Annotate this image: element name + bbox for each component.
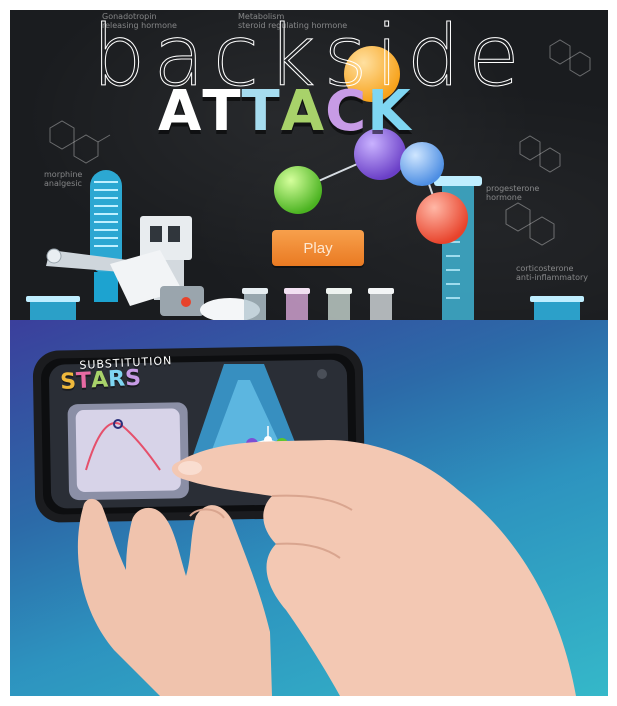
green-ball <box>274 166 322 214</box>
app-logo-substitution-stars: SUBSTITUTION STARS <box>59 354 173 395</box>
logo-letter: S <box>59 369 77 395</box>
chalk-note: corticosterone anti-inflammatory <box>516 264 588 282</box>
logo-letter: S <box>124 365 142 392</box>
red-ball <box>416 192 468 244</box>
attack-letter: A <box>158 79 203 144</box>
chalk-note: progesterone hormone <box>486 184 540 202</box>
logo-letter: T <box>75 368 92 395</box>
attack-letter: C <box>325 79 368 144</box>
game-title-attack: ATTACK <box>158 84 412 140</box>
game-title-screen: Gonadotropin releasing hormone Metabolism… <box>10 10 608 320</box>
logo-letter: R <box>107 366 126 393</box>
blue-ball <box>400 142 444 186</box>
attack-letter: K <box>367 79 412 144</box>
attack-letter: T <box>202 79 242 144</box>
hands-holding-phone-photo: SUBSTITUTION STARS <box>10 320 608 696</box>
attack-letter: A <box>280 79 326 144</box>
play-button[interactable]: Play <box>272 230 364 266</box>
attack-letter: T <box>241 79 281 144</box>
logo-letter: A <box>90 367 109 394</box>
chalk-note: morphine analgesic <box>44 170 83 188</box>
